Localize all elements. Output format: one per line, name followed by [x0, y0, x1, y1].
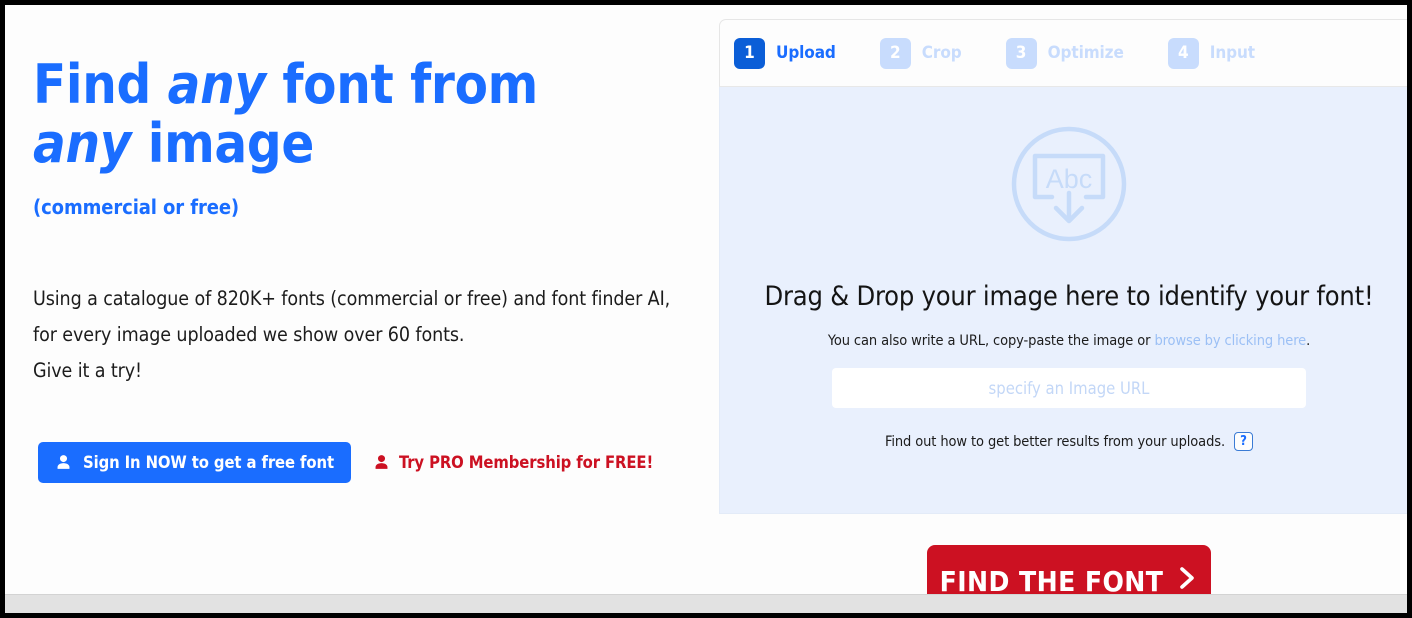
person-icon	[55, 454, 72, 471]
step-badge-4: 4	[1167, 37, 1199, 69]
person-icon	[373, 454, 390, 471]
help-question-icon[interactable]: ?	[1234, 432, 1253, 451]
step-label-input: Input	[1209, 43, 1255, 63]
step-label-upload: Upload	[776, 43, 836, 63]
pro-membership-link[interactable]: Try PRO Membership for FREE!	[373, 453, 653, 472]
page-subtitle: (commercial or free)	[33, 195, 240, 219]
headline-text-2: font from	[265, 53, 538, 116]
step-tab-upload[interactable]: 1 Upload	[734, 37, 836, 69]
drop-zone-title: Drag & Drop your image here to identify …	[764, 281, 1374, 312]
description-text: Using a catalogue of 820K+ fonts (commer…	[33, 281, 713, 389]
headline-emphasis-1: any	[167, 53, 266, 116]
cta-row: Sign In NOW to get a free font Try PRO M…	[38, 442, 653, 483]
headline-emphasis-2: any	[33, 112, 132, 175]
step-badge-3: 3	[1005, 37, 1037, 69]
description-line-2: for every image uploaded we show over 60…	[33, 323, 465, 346]
description-line-3: Give it a try!	[33, 359, 142, 382]
image-upload-icon: Abc	[994, 109, 1144, 264]
drop-zone-subtitle: You can also write a URL, copy-paste the…	[828, 333, 1310, 349]
step-tab-input[interactable]: 4 Input	[1167, 37, 1255, 69]
step-label-crop: Crop	[921, 43, 962, 63]
step-tab-bar: 1 Upload 2 Crop 3 Optimize 4 Input	[719, 19, 1407, 87]
description-line-1: Using a catalogue of 820K+ fonts (commer…	[33, 287, 671, 310]
svg-text:Abc: Abc	[1046, 164, 1093, 194]
step-tab-optimize[interactable]: 3 Optimize	[1005, 37, 1124, 69]
headline-text-3: image	[131, 112, 315, 175]
step-badge-1: 1	[734, 37, 765, 69]
sign-in-button-label: Sign In NOW to get a free font	[83, 453, 334, 472]
headline-text-1: Find	[33, 53, 168, 116]
step-badge-2: 2	[879, 37, 911, 69]
browser-viewport: Find any font from any image (commercial…	[5, 5, 1407, 613]
image-url-input[interactable]	[832, 368, 1306, 408]
help-text: Find out how to get better results from …	[884, 433, 1225, 450]
step-label-optimize: Optimize	[1047, 43, 1124, 63]
page-title: Find any font from any image	[33, 55, 633, 173]
upload-panel: 1 Upload 2 Crop 3 Optimize 4 Input Abc D…	[719, 19, 1407, 514]
help-row: Find out how to get better results from …	[885, 432, 1253, 451]
pro-membership-label: Try PRO Membership for FREE!	[398, 453, 654, 472]
sign-in-button[interactable]: Sign In NOW to get a free font	[38, 442, 351, 483]
drop-zone-sub-suffix: .	[1306, 333, 1311, 349]
drop-zone[interactable]: Abc Drag & Drop your image here to ident…	[719, 87, 1407, 514]
drop-zone-sub-prefix: You can also write a URL, copy-paste the…	[827, 333, 1155, 349]
hero-section: Find any font from any image (commercial…	[33, 55, 713, 389]
browse-files-link[interactable]: browse by clicking here	[1154, 333, 1306, 349]
horizontal-scrollbar[interactable]	[5, 594, 1407, 613]
step-tab-crop[interactable]: 2 Crop	[879, 37, 962, 69]
